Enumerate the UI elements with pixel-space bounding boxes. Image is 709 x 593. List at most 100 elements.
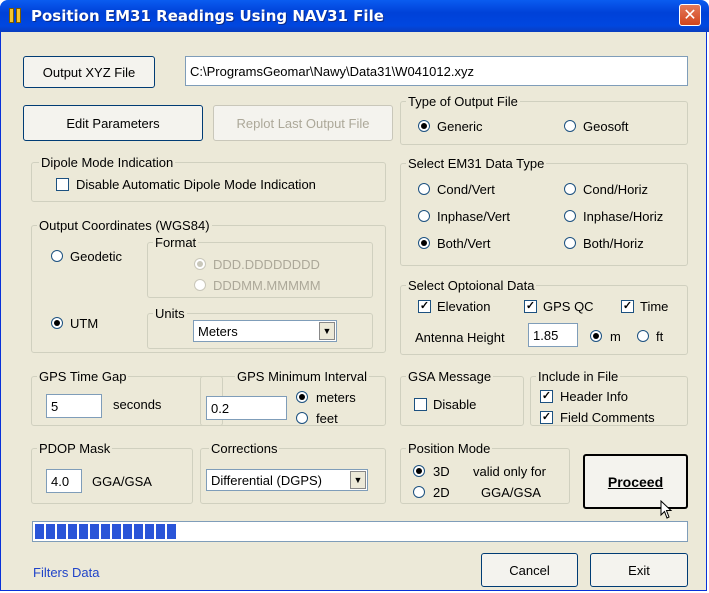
format-decimal-radio bbox=[194, 258, 206, 270]
both-vert-radio[interactable] bbox=[418, 237, 430, 249]
inphase-vert-radio[interactable] bbox=[418, 210, 430, 222]
coords-title: Output Coordinates (WGS84) bbox=[37, 218, 212, 233]
progress-block bbox=[90, 524, 99, 539]
app-icon bbox=[9, 8, 25, 23]
progress-block bbox=[134, 524, 143, 539]
feet-unit-radio[interactable] bbox=[637, 330, 649, 342]
close-icon[interactable]: ✕ bbox=[679, 4, 701, 26]
interval-feet-radio[interactable] bbox=[296, 412, 308, 424]
progress-block bbox=[35, 524, 44, 539]
antenna-height-input[interactable]: 1.85 bbox=[528, 323, 578, 347]
both-vert-label: Both/Vert bbox=[437, 236, 491, 251]
gps-time-gap-input[interactable]: 5 bbox=[46, 394, 102, 418]
output-xyz-button[interactable]: Output XYZ File bbox=[23, 56, 155, 88]
units-title: Units bbox=[153, 306, 187, 321]
cancel-button[interactable]: Cancel bbox=[481, 553, 578, 587]
progress-block bbox=[101, 524, 110, 539]
generic-radio[interactable] bbox=[418, 120, 430, 132]
mode-3d-radio[interactable] bbox=[413, 465, 425, 477]
gsa-title: GSA Message bbox=[406, 369, 494, 384]
geodetic-label: Geodetic bbox=[70, 249, 123, 264]
progress-block bbox=[156, 524, 165, 539]
meters-unit-radio[interactable] bbox=[590, 330, 602, 342]
format-dm-label: DDDMM.MMMMM bbox=[213, 278, 321, 293]
inphase-horiz-label: Inphase/Horiz bbox=[583, 209, 664, 224]
both-horiz-radio[interactable] bbox=[564, 237, 576, 249]
field-comments-checkbox[interactable]: ✓ bbox=[540, 411, 553, 424]
mode-note-line2: GGA/GSA bbox=[481, 485, 541, 500]
progress-block bbox=[79, 524, 88, 539]
gps-time-gap-unit: seconds bbox=[113, 397, 162, 412]
geodetic-radio[interactable] bbox=[51, 250, 63, 262]
units-select[interactable]: Meters ▼ bbox=[193, 320, 337, 342]
interval-meters-radio[interactable] bbox=[296, 391, 308, 403]
edit-parameters-label: Edit Parameters bbox=[66, 115, 160, 131]
pdop-unit: GGA/GSA bbox=[92, 474, 152, 489]
both-horiz-label: Both/Horiz bbox=[583, 236, 644, 251]
exit-button[interactable]: Exit bbox=[590, 553, 688, 587]
gsa-disable-label: Disable bbox=[433, 397, 477, 412]
meters-unit-label: m bbox=[610, 329, 621, 344]
cond-horiz-radio[interactable] bbox=[564, 183, 576, 195]
cond-horiz-label: Cond/Horiz bbox=[583, 182, 649, 197]
replot-button: Replot Last Output File bbox=[213, 105, 393, 141]
antenna-height-label: Antenna Height bbox=[415, 330, 505, 345]
units-value: Meters bbox=[198, 323, 238, 339]
chevron-down-icon[interactable]: ▼ bbox=[350, 471, 366, 489]
mode-2d-radio[interactable] bbox=[413, 486, 425, 498]
interval-meters-label: meters bbox=[316, 390, 356, 405]
header-info-checkbox[interactable]: ✓ bbox=[540, 390, 553, 403]
geosoft-radio[interactable] bbox=[564, 120, 576, 132]
cond-vert-label: Cond/Vert bbox=[437, 182, 495, 197]
elevation-checkbox[interactable]: ✓ bbox=[418, 300, 431, 313]
window-title: Position EM31 Readings Using NAV31 File bbox=[31, 7, 384, 25]
optional-title: Select Optoional Data bbox=[406, 278, 537, 293]
corrections-select[interactable]: Differential (DGPS) ▼ bbox=[206, 469, 368, 491]
position-mode-title: Position Mode bbox=[406, 441, 493, 456]
gps-qc-checkbox[interactable]: ✓ bbox=[524, 300, 537, 313]
cond-vert-radio[interactable] bbox=[418, 183, 430, 195]
elevation-label: Elevation bbox=[437, 299, 491, 314]
inphase-vert-label: Inphase/Vert bbox=[437, 209, 510, 224]
em31-type-title: Select EM31 Data Type bbox=[406, 156, 547, 171]
gps-time-gap-title: GPS Time Gap bbox=[37, 369, 129, 384]
proceed-label: Proceed bbox=[607, 473, 664, 490]
format-dm-radio bbox=[194, 279, 206, 291]
header-info-label: Header Info bbox=[560, 389, 628, 404]
exit-label: Exit bbox=[628, 562, 650, 578]
progress-block bbox=[145, 524, 154, 539]
interval-feet-label: feet bbox=[316, 411, 338, 426]
mode-3d-label: 3D bbox=[433, 464, 450, 479]
time-label: Time bbox=[640, 299, 669, 314]
progress-block bbox=[57, 524, 66, 539]
utm-radio[interactable] bbox=[51, 317, 63, 329]
corrections-title: Corrections bbox=[209, 441, 280, 456]
inphase-horiz-radio[interactable] bbox=[564, 210, 576, 222]
format-decimal-label: DDD.DDDDDDDD bbox=[213, 257, 320, 272]
geosoft-label: Geosoft bbox=[583, 119, 629, 134]
title-bar[interactable]: Position EM31 Readings Using NAV31 File … bbox=[0, 0, 709, 32]
format-title: Format bbox=[153, 235, 199, 250]
output-path-input[interactable]: C:\ProgramsGeomar\Nawy\Data31\W041012.xy… bbox=[185, 56, 688, 86]
dipole-title: Dipole Mode Indication bbox=[39, 155, 176, 170]
cancel-label: Cancel bbox=[509, 562, 550, 578]
chevron-down-icon[interactable]: ▼ bbox=[319, 322, 335, 340]
pdop-input[interactable]: 4.0 bbox=[46, 469, 82, 493]
include-title: Include in File bbox=[536, 369, 621, 384]
field-comments-label: Field Comments bbox=[560, 410, 655, 425]
dipole-checkbox[interactable] bbox=[56, 178, 69, 191]
utm-label: UTM bbox=[70, 316, 99, 331]
dipole-label: Disable Automatic Dipole Mode Indication bbox=[76, 177, 316, 192]
gsa-disable-checkbox[interactable] bbox=[414, 398, 427, 411]
generic-label: Generic bbox=[437, 119, 483, 134]
time-checkbox[interactable]: ✓ bbox=[621, 300, 634, 313]
replot-label: Replot Last Output File bbox=[236, 115, 370, 131]
corrections-value: Differential (DGPS) bbox=[211, 472, 323, 488]
feet-unit-label: ft bbox=[656, 329, 664, 344]
edit-parameters-button[interactable]: Edit Parameters bbox=[23, 105, 203, 141]
gps-min-interval-input[interactable]: 0.2 bbox=[206, 396, 287, 420]
mode-2d-label: 2D bbox=[433, 485, 450, 500]
progress-block bbox=[68, 524, 77, 539]
pdop-title: PDOP Mask bbox=[37, 441, 113, 456]
progress-bar bbox=[32, 521, 688, 542]
